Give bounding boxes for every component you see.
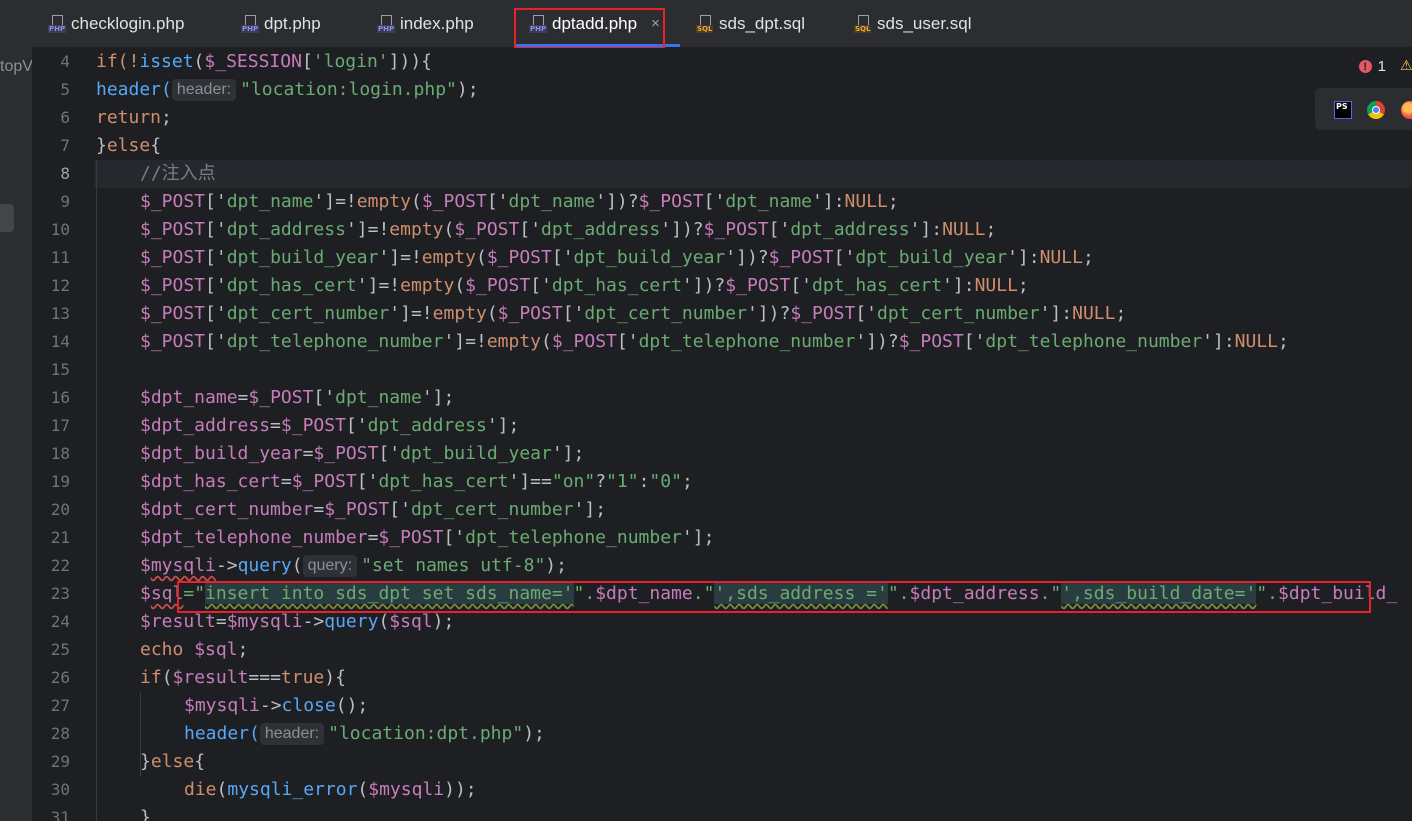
line-number: 15: [50, 360, 70, 379]
line-number: 25: [50, 640, 70, 659]
line-number: 13: [50, 304, 70, 323]
project-label[interactable]: topV: [0, 58, 32, 76]
code-line-11: $_POST['dpt_build_year']=!empty($_POST['…: [140, 247, 1094, 268]
line-number: 17: [50, 416, 70, 435]
line-number: 19: [50, 472, 70, 491]
current-line-highlight: [32, 160, 1412, 188]
code-line-8: //注入点: [140, 163, 216, 184]
line-number: 18: [50, 444, 70, 463]
code-line-16: $dpt_name=$_POST['dpt_name'];: [140, 387, 455, 408]
code-line-6: return;: [96, 107, 172, 128]
highlight-box-active-tab: [514, 8, 665, 49]
parameter-hint: header:: [171, 79, 237, 101]
sql-file-icon: SQL: [696, 14, 714, 33]
tab-sds-dpt-sql[interactable]: SQL sds_dpt.sql: [696, 0, 805, 47]
inspection-error-indicator[interactable]: ! 1: [1358, 58, 1386, 75]
warning-icon[interactable]: ⚠: [1400, 58, 1412, 74]
code-line-22: $mysqli->query(query: "set names utf-8");: [140, 555, 567, 577]
editor-tab-bar: PHP checklogin.php PHP dpt.php PHP index…: [32, 0, 1412, 48]
line-number: 12: [50, 276, 70, 295]
code-line-4: if(!isset($_SESSION['login'])){: [96, 51, 432, 72]
tab-index-php[interactable]: PHP index.php: [377, 0, 474, 47]
php-file-icon: PHP: [377, 14, 396, 33]
line-number: 26: [50, 668, 70, 687]
tab-label: checklogin.php: [71, 13, 185, 33]
firefox-icon[interactable]: [1401, 101, 1412, 119]
browser-popup-bar: PS: [1315, 88, 1412, 130]
sql-file-icon: SQL: [854, 14, 872, 33]
tab-dpt-php[interactable]: PHP dpt.php: [241, 0, 321, 47]
code-line-21: $dpt_telephone_number=$_POST['dpt_teleph…: [140, 527, 715, 548]
line-number: 27: [50, 696, 70, 715]
line-number: 7: [60, 136, 70, 155]
code-line-19: $dpt_has_cert=$_POST['dpt_has_cert']=="o…: [140, 471, 693, 492]
code-line-28: header(header: "location:dpt.php");: [184, 723, 545, 745]
indent-guide: [96, 160, 97, 821]
code-line-10: $_POST['dpt_address']=!empty($_POST['dpt…: [140, 219, 997, 240]
code-line-20: $dpt_cert_number=$_POST['dpt_cert_number…: [140, 499, 607, 520]
line-number: 20: [50, 500, 70, 519]
tab-label: dpt.php: [264, 13, 321, 33]
line-number: 21: [50, 528, 70, 547]
line-number: 29: [50, 752, 70, 771]
line-number: 10: [50, 220, 70, 239]
line-number: 6: [60, 108, 70, 127]
code-line-13: $_POST['dpt_cert_number']=!empty($_POST[…: [140, 303, 1127, 324]
code-line-12: $_POST['dpt_has_cert']=!empty($_POST['dp…: [140, 275, 1029, 296]
phpstorm-icon[interactable]: PS: [1334, 101, 1352, 119]
tab-checklogin-php[interactable]: PHP checklogin.php: [48, 0, 184, 47]
parameter-hint: header:: [259, 723, 325, 745]
parameter-hint: query:: [302, 555, 358, 577]
line-number: 24: [50, 612, 70, 631]
line-number: 4: [60, 52, 70, 71]
tab-label: sds_dpt.sql: [719, 13, 805, 33]
highlight-box-sql-line: [177, 581, 1371, 613]
line-number: 16: [50, 388, 70, 407]
php-file-icon: PHP: [241, 14, 260, 33]
line-number: 30: [50, 780, 70, 799]
line-number: 14: [50, 332, 70, 351]
code-line-5: header(header: "location:login.php");: [96, 79, 479, 101]
line-number: 5: [60, 80, 70, 99]
code-line-31: }: [140, 807, 151, 821]
code-line-9: $_POST['dpt_name']=!empty($_POST['dpt_na…: [140, 191, 899, 212]
code-line-30: die(mysqli_error($mysqli));: [184, 779, 477, 800]
line-number: 11: [50, 248, 70, 267]
code-line-14: $_POST['dpt_telephone_number']=!empty($_…: [140, 331, 1289, 352]
tool-window-selected-marker[interactable]: [0, 204, 14, 232]
tab-label: index.php: [400, 13, 474, 33]
code-line-29: }else{: [140, 751, 206, 772]
code-line-26: if($result===true){: [140, 667, 346, 688]
line-number-current: 8: [60, 164, 70, 183]
line-number: 9: [60, 192, 70, 211]
error-icon: !: [1358, 60, 1372, 73]
code-line-18: $dpt_build_year=$_POST['dpt_build_year']…: [140, 443, 585, 464]
code-editor[interactable]: 4 5 6 7 8 9 10 11 12 13 14 15 16 17 18 1…: [32, 48, 1412, 821]
tab-label: sds_user.sql: [877, 13, 972, 33]
php-file-icon: PHP: [48, 14, 67, 33]
tab-sds-user-sql[interactable]: SQL sds_user.sql: [854, 0, 972, 47]
chrome-icon[interactable]: [1367, 101, 1385, 119]
line-number: 28: [50, 724, 70, 743]
line-number: 22: [50, 556, 70, 575]
line-number: 23: [50, 584, 70, 603]
code-line-7: }else{: [96, 135, 162, 156]
code-line-27: $mysqli->close();: [184, 695, 369, 716]
project-tool-strip: topV: [0, 0, 32, 821]
line-number: 31: [50, 808, 70, 821]
code-line-25: echo $sql;: [140, 639, 249, 660]
code-line-17: $dpt_address=$_POST['dpt_address'];: [140, 415, 520, 436]
error-count: 1: [1377, 58, 1386, 75]
